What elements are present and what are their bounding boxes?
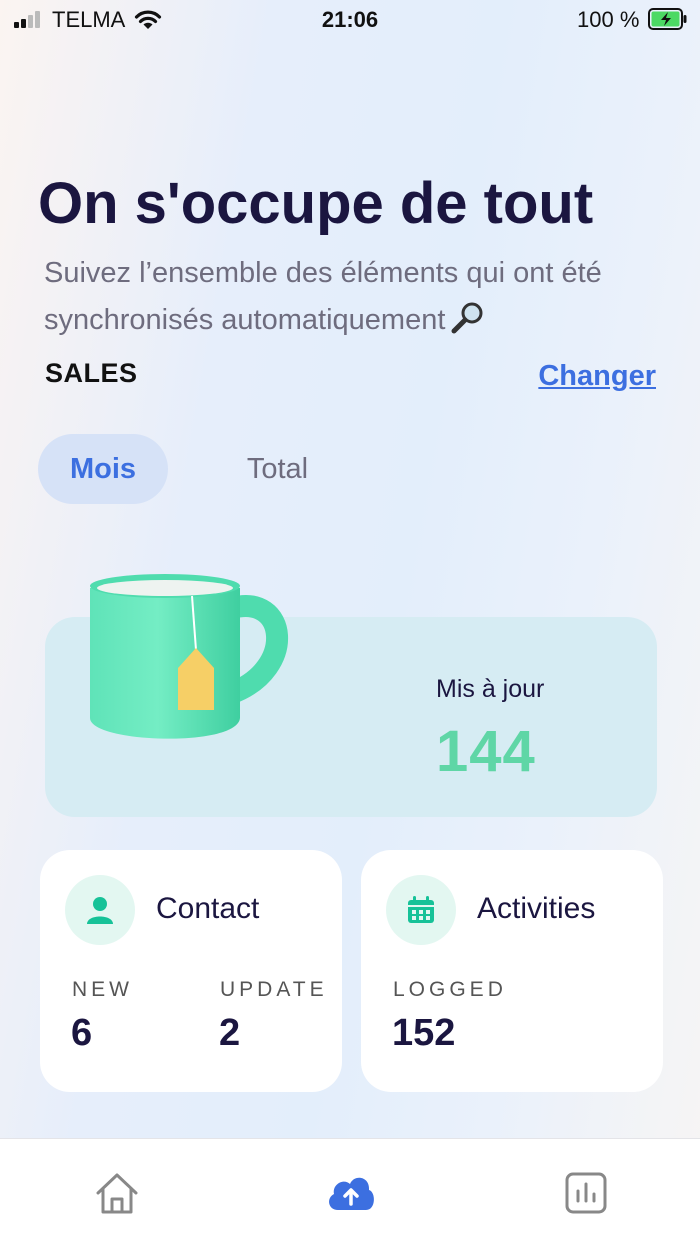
tab-total[interactable]: Total bbox=[210, 434, 345, 504]
activities-card-title: Activities bbox=[477, 892, 596, 925]
page-title: On s'occupe de tout bbox=[38, 171, 594, 236]
updated-count: 144 bbox=[436, 719, 536, 784]
change-link[interactable]: Changer bbox=[538, 360, 656, 393]
calendar-icon bbox=[408, 896, 434, 923]
nav-sync-button[interactable] bbox=[326, 1169, 376, 1217]
magnifying-glass-icon bbox=[451, 302, 483, 334]
updated-label: Mis à jour bbox=[436, 675, 545, 703]
contact-card[interactable]: Contact NEW 6 UPDATE 2 bbox=[40, 850, 342, 1092]
activities-logged-label: LOGGED bbox=[393, 978, 507, 1001]
cloud-upload-icon bbox=[329, 1177, 374, 1210]
status-bar: TELMA 21:06 100 % bbox=[0, 0, 700, 40]
subtitle-text: Suivez l’ensemble des éléments qui ont é… bbox=[44, 257, 602, 336]
bottom-nav bbox=[0, 1138, 700, 1244]
stats-icon bbox=[565, 1172, 607, 1214]
battery-charging-icon bbox=[648, 8, 687, 30]
contact-update-label: UPDATE bbox=[220, 978, 328, 1001]
page-subtitle: Suivez l’ensemble des éléments qui ont é… bbox=[44, 250, 674, 344]
nav-stats-button[interactable] bbox=[561, 1169, 611, 1217]
tab-mois[interactable]: Mois bbox=[38, 434, 168, 504]
battery-percentage: 100 % bbox=[577, 7, 640, 32]
nav-home-button[interactable] bbox=[92, 1169, 142, 1217]
org-name: SALES bbox=[45, 358, 138, 388]
mug-icon bbox=[90, 574, 289, 739]
contact-icon-badge bbox=[65, 875, 135, 945]
home-icon bbox=[96, 1173, 138, 1214]
contact-update-value: 2 bbox=[219, 1012, 241, 1054]
activities-card[interactable]: Activities LOGGED 152 bbox=[361, 850, 663, 1092]
activities-icon-badge bbox=[386, 875, 456, 945]
contact-new-label: NEW bbox=[72, 978, 133, 1001]
activities-logged-value: 152 bbox=[392, 1012, 456, 1054]
contact-new-value: 6 bbox=[71, 1012, 93, 1054]
contact-card-title: Contact bbox=[156, 892, 260, 925]
person-icon bbox=[87, 897, 113, 924]
